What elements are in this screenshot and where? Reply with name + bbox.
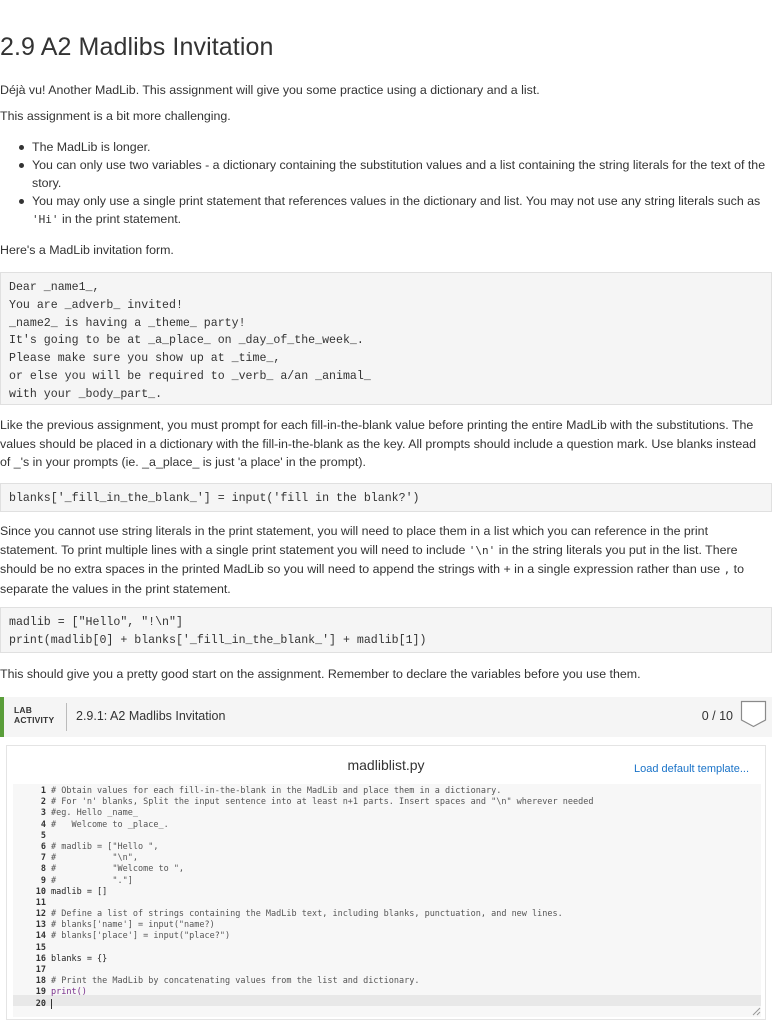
code-editor: madliblist.py Load default template... 1… [6,745,766,1020]
list-item: You can only use two variables - a dicti… [18,156,768,192]
code-line[interactable]: # Define a list of strings containing th… [51,909,593,920]
inline-code: '\n' [468,543,496,557]
code-line[interactable] [51,965,593,976]
source-code[interactable]: # Obtain values for each fill-in-the-bla… [51,786,593,1010]
lab-score: 0 / 10 [701,709,733,723]
code-line[interactable]: # blanks['name'] = input("name?) [51,920,593,931]
code-line[interactable]: # "."] [51,876,593,887]
completion-badge-icon [740,700,767,728]
code-line[interactable]: blanks = {} [51,954,593,965]
load-default-template-link[interactable]: Load default template... [634,763,749,775]
code-line: Dear _name1_, [9,281,100,294]
code-line[interactable]: # For 'n' blanks, Split the input senten… [51,797,593,808]
code-line: or else you will be required to _verb_ a… [9,369,371,383]
code-line: with your _body_part_. [9,387,163,401]
madlib-form-block: Dear _name1_, You are _adverb_ invited! … [0,272,772,405]
list-item: You may only use a single print statemen… [18,192,768,229]
code-line: Please make sure you show up at _time_, [9,352,281,366]
code-line[interactable]: # Print the MadLib by concatenating valu… [51,976,593,987]
code-line[interactable] [51,943,593,954]
divider [66,703,67,731]
page-title: 2.9 A2 Madlibs Invitation [0,33,274,61]
text-cursor [51,998,52,1009]
inline-code: 'Hi' [32,213,59,226]
prompt-instructions: Like the previous assignment, you must p… [0,418,757,469]
closing-text: This should give you a pretty good start… [0,667,641,681]
code-line[interactable] [51,998,593,1010]
resize-grip-icon[interactable] [752,1007,761,1016]
lab-activity-bar: LAB ACTIVITY 2.9.1: A2 Madlibs Invitatio… [0,697,772,737]
code-line[interactable]: # "Welcome to ", [51,864,593,875]
line-number-gutter: 1 2 3 4 5 6 7 8 9 10 11 12 13 14 15 16 17 18 19 20 [35,786,46,1009]
code-line[interactable] [51,831,593,842]
code-input-area[interactable]: 1 2 3 4 5 6 7 8 9 10 11 12 13 14 15 16 17 18 19 20 # Obtain… [13,784,761,1017]
code-line[interactable]: # blanks['place'] = input("place?") [51,931,593,942]
page: 2.9 A2 Madlibs Invitation Déjà vu! Anoth… [0,0,772,1024]
code-line[interactable]: print() [51,987,593,998]
code-line[interactable]: # madlib = ["Hello ", [51,842,593,853]
code-line: print(madlib[0] + blanks['_fill_in_the_b… [9,633,427,647]
lab-title: 2.9.1: A2 Madlibs Invitation [76,709,226,723]
code-line: You are _adverb_ invited! [9,298,183,312]
code-line[interactable]: # Obtain values for each fill-in-the-bla… [51,786,593,797]
code-line: _name2_ is having a _theme_ party! [9,316,246,330]
code-line: It's going to be at _a_place_ on _day_of… [9,334,364,348]
code-line: madlib = ["Hello", "!\n"] [9,616,183,629]
code-line[interactable]: madlib = [] [51,887,593,898]
intro-text: Déjà vu! Another MadLib. This assignment… [0,83,540,97]
print-example-block: madlib = ["Hello", "!\n"] print(madlib[0… [0,607,772,653]
code-line[interactable]: # Welcome to _place_. [51,820,593,831]
code-line[interactable]: #eg. Hello _name_ [51,808,593,819]
code-line[interactable] [51,898,593,909]
challenge-text: This assignment is a bit more challengin… [0,109,231,123]
input-example-block: blanks['_fill_in_the_blank_'] = input('f… [0,483,772,512]
literal-instructions: Since you cannot use string literals in … [0,524,744,596]
form-intro-text: Here's a MadLib invitation form. [0,243,174,257]
requirements-list: The MadLib is longer. You can only use t… [18,138,768,229]
code-line[interactable]: # "\n", [51,853,593,864]
code-line: blanks['_fill_in_the_blank_'] = input('f… [9,492,420,505]
lab-activity-tag: LAB ACTIVITY [14,705,55,725]
editor-header: madliblist.py Load default template... [7,746,765,784]
list-item: The MadLib is longer. [18,138,768,156]
